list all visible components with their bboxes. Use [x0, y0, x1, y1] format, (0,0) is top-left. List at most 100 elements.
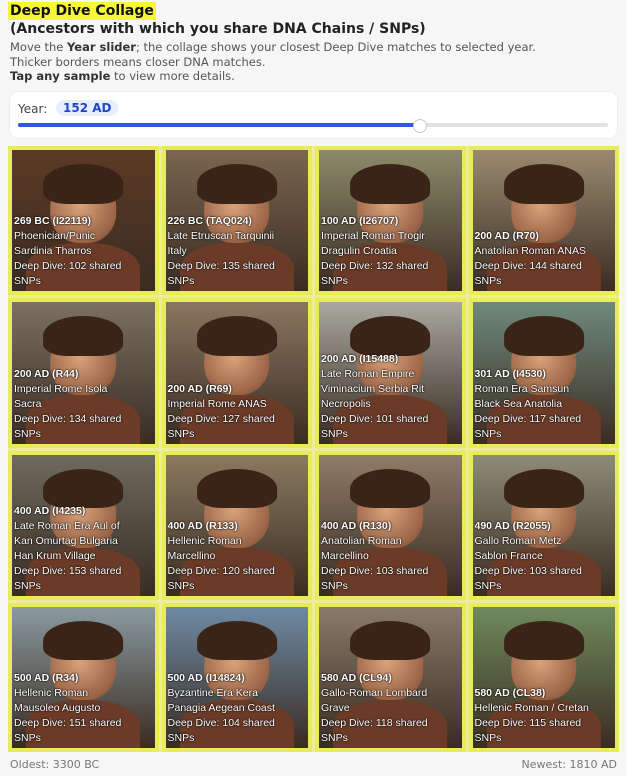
portrait-hair	[196, 316, 277, 356]
sample-caption-line: SNPs	[167, 579, 195, 592]
sample-caption-line: SNPs	[14, 427, 41, 440]
sample-caption-line: SNPs	[321, 579, 348, 592]
sample-caption-line: Deep Dive: 132 shared	[321, 260, 429, 273]
portrait-hair	[350, 316, 431, 356]
sample-caption: 580 AD (CL94) Gallo-Roman Lombard Grave Dee…	[321, 671, 460, 746]
sample-caption-line: Han Krum Village	[14, 549, 96, 562]
sample-tile[interactable]: 200 AD (I15488) Late Roman Empire Viminaci…	[315, 298, 466, 448]
sample-tile[interactable]: 301 AD (I4530) Roman Era Samsun Black Sea …	[468, 298, 619, 448]
intro-emphasis: Year slider	[67, 40, 136, 54]
sample-tile[interactable]: 490 AD (R2055) Gallo Roman Metz Sablon Fra…	[468, 450, 619, 600]
sample-tile[interactable]: 400 AD (I4235) Late Roman Era Aul of Kan O…	[8, 450, 159, 600]
sample-caption-line: SNPs	[167, 275, 195, 288]
intro-line-2: Thicker borders means closer DNA matches…	[10, 54, 266, 69]
sample-tile[interactable]: 200 AD (R69) Imperial Rome ANAS Deep Dive:…	[161, 298, 312, 448]
sample-caption-line: SNPs	[321, 275, 348, 288]
sample-caption-line: Phoenician/Punic	[14, 230, 96, 243]
sample-caption-line: Roman Era Samsun	[474, 382, 570, 395]
sample-caption-line: Deep Dive: 102 shared	[14, 260, 122, 273]
portrait-hair	[43, 164, 124, 204]
sample-caption-line: SNPs	[14, 275, 41, 288]
newest-label: Newest: 1810 AD	[521, 758, 618, 771]
sample-caption: 200 AD (R44) Imperial Rome Isola Sacra Deep…	[14, 367, 153, 442]
sample-caption: 200 AD (R70) Anatolian Roman ANAS Deep Div…	[475, 229, 614, 289]
sample-caption-line: SNPs	[321, 427, 348, 440]
intro-emphasis: Tap any sample	[10, 69, 111, 83]
intro-line-1: Move the Year slider; the collage shows …	[10, 40, 536, 55]
sample-caption-line: SNPs	[14, 732, 41, 744]
sample-caption: 400 AD (R130) Anatolian Roman Marcellino De…	[321, 519, 460, 594]
portrait-hair	[350, 620, 431, 661]
sample-tile[interactable]: 580 AD (CL94) Gallo-Roman Lombard Grave Dee…	[315, 602, 466, 752]
sample-caption-line: Deep Dive: 153 shared	[14, 564, 122, 577]
sample-caption: 200 AD (R69) Imperial Rome ANAS Deep Dive:…	[168, 382, 307, 442]
sample-date-id: 301 AD (I4530)	[474, 367, 546, 380]
sample-tile[interactable]: 200 AD (R70) Anatolian Roman ANAS Deep Div…	[468, 146, 619, 296]
sample-caption: 200 AD (I15488) Late Roman Empire Viminaci…	[321, 352, 460, 442]
sample-tile[interactable]: 269 BC (I22119) Phoenician/Punic Sardinia …	[8, 146, 159, 296]
year-slider[interactable]	[18, 119, 608, 133]
sample-tile[interactable]: 400 AD (R130) Anatolian Roman Marcellino De…	[315, 450, 466, 600]
sample-caption-line: Panagia Aegean Coast	[167, 702, 275, 714]
portrait-hair	[350, 468, 431, 509]
year-slider-card: Year: 152 AD	[10, 92, 617, 138]
sample-tile[interactable]: 500 AD (R34) Hellenic Roman Mausoleo Augus…	[8, 602, 159, 752]
sample-caption: 100 AD (I26707) Imperial Roman Trogir Drag…	[321, 214, 460, 289]
sample-tile[interactable]: 200 AD (R44) Imperial Rome Isola Sacra Deep…	[8, 298, 159, 448]
sample-caption: 500 AD (R34) Hellenic Roman Mausoleo Augus…	[14, 671, 153, 746]
sample-caption: 301 AD (I4530) Roman Era Samsun Black Sea …	[475, 367, 614, 442]
sample-caption-line: Late Etruscan Tarquinii	[167, 230, 275, 243]
sample-caption-line: Deep Dive: 120 shared	[167, 564, 275, 577]
sample-caption: 500 AD (I14824) Byzantine Era Kera Panagia…	[168, 671, 307, 746]
sample-caption-line: SNPs	[474, 275, 502, 288]
sample-date-id: 200 AD (R69)	[167, 382, 232, 395]
sample-caption-line: Necropolis	[321, 397, 371, 410]
sample-caption: 580 AD (CL38) Hellenic Roman / Cretan Deep…	[475, 686, 614, 746]
sample-date-id: 580 AD (CL38)	[474, 687, 546, 699]
sample-date-id: 500 AD (I14824)	[167, 672, 245, 684]
sample-caption-line: Hellenic Roman / Cretan	[474, 702, 589, 714]
sample-date-id: 400 AD (R130)	[321, 519, 392, 532]
sample-caption-line: Viminacium Serbia Rit	[321, 382, 425, 395]
page-title: Deep Dive Collage	[8, 2, 156, 20]
sample-caption-line: Anatolian Roman ANAS	[474, 245, 586, 258]
sample-caption-line: Kan Omurtag Bulgaria	[14, 534, 118, 547]
sample-caption-line: Late Roman Empire	[321, 367, 415, 380]
sample-tile[interactable]: 500 AD (I14824) Byzantine Era Kera Panagia…	[161, 602, 312, 752]
oldest-label: Oldest: 3300 BC	[10, 758, 100, 771]
sample-caption-line: SNPs	[321, 732, 348, 744]
sample-caption-line: Sacra	[14, 397, 42, 410]
sample-date-id: 226 BC (TAQ024)	[167, 215, 252, 228]
sample-caption-line: Deep Dive: 118 shared	[321, 717, 428, 729]
year-value-badge: 152 AD	[56, 100, 119, 116]
sample-caption-line: Marcellino	[167, 549, 216, 562]
sample-caption-line: SNPs	[167, 732, 195, 744]
sample-caption-line: Imperial Rome ANAS	[167, 397, 267, 410]
sample-caption-line: Gallo Roman Metz	[474, 534, 562, 547]
sample-caption-line: Imperial Roman Trogir	[321, 230, 425, 243]
sample-caption-line: SNPs	[474, 427, 502, 440]
sample-caption-line: Dragulin Croatia	[321, 245, 397, 258]
sample-date-id: 400 AD (I4235)	[14, 504, 86, 517]
sample-caption: 400 AD (R133) Hellenic Roman Marcellino Dee…	[168, 519, 307, 594]
sample-tile[interactable]: 226 BC (TAQ024) Late Etruscan Tarquinii It…	[161, 146, 312, 296]
sample-caption-line: Mausoleo Augusto	[14, 702, 101, 714]
sample-date-id: 200 AD (R44)	[14, 367, 79, 380]
portrait-hair	[43, 468, 124, 509]
sample-caption-line: Deep Dive: 134 shared	[14, 412, 122, 425]
sample-caption-line: Deep Dive: 127 shared	[167, 412, 275, 425]
sample-caption-line: Deep Dive: 115 shared	[474, 717, 582, 729]
page-subtitle: (Ancestors with which you share DNA Chai…	[10, 21, 426, 37]
sample-tile[interactable]: 100 AD (I26707) Imperial Roman Trogir Drag…	[315, 146, 466, 296]
sample-tile[interactable]: 400 AD (R133) Hellenic Roman Marcellino Dee…	[161, 450, 312, 600]
year-slider-fill	[18, 123, 420, 127]
portrait-hair	[503, 316, 584, 356]
sample-caption-line: SNPs	[474, 732, 502, 744]
sample-tile[interactable]: 580 AD (CL38) Hellenic Roman / Cretan Deep…	[468, 602, 619, 752]
year-slider-thumb[interactable]	[413, 119, 428, 133]
portrait-hair	[350, 164, 431, 204]
sample-caption-line: Deep Dive: 104 shared	[167, 717, 275, 729]
sample-caption-line: Imperial Rome Isola	[14, 382, 108, 395]
intro-text-part: ; the collage shows your closest Deep Di…	[135, 40, 536, 54]
sample-caption-line: Deep Dive: 103 shared	[321, 564, 429, 577]
